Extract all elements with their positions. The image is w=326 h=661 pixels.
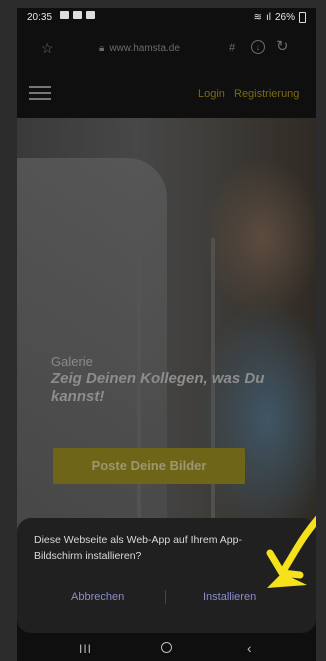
status-right: ≋ ıl 26% <box>254 12 306 23</box>
phone-frame: 20:35 ≋ ıl 26% ☆ 🔒︎ www.hamsta.de # ↓ ↻ <box>0 0 326 661</box>
menu-icon[interactable] <box>29 86 51 100</box>
notification-icons <box>60 11 95 19</box>
button-divider <box>165 590 166 604</box>
section-label: Galerie <box>51 354 93 369</box>
lock-icon: 🔒︎ <box>99 43 105 54</box>
download-icon[interactable]: ↓ <box>251 40 265 54</box>
bookmark-star-icon[interactable]: ☆ <box>41 40 54 57</box>
home-icon[interactable] <box>161 642 172 653</box>
install-button[interactable]: Installieren <box>203 591 256 603</box>
login-link[interactable]: Login <box>198 88 225 100</box>
address-bar[interactable]: 🔒︎ www.hamsta.de <box>99 43 180 54</box>
battery-percent: 26% <box>274 12 295 23</box>
signal-icon: ıl <box>265 12 271 23</box>
wifi-icon: ≋ <box>253 12 262 23</box>
install-message: Diese Webseite als Web-App auf Ihrem App… <box>34 534 242 562</box>
cancel-button[interactable]: Abbrechen <box>71 591 124 603</box>
reload-icon[interactable]: ↻ <box>276 37 289 55</box>
site-header: Login Registrierung <box>17 68 316 116</box>
register-link[interactable]: Registrierung <box>234 88 299 100</box>
cloud-icon <box>73 11 82 19</box>
post-images-button[interactable]: Poste Deine Bilder <box>53 448 245 484</box>
hero-headline: Zeig Deinen Kollegen, was Du kannst! <box>51 370 265 405</box>
system-nav-bar: III ‹ <box>17 638 316 661</box>
hash-icon[interactable]: # <box>229 42 235 54</box>
annotation-arrow-icon <box>266 515 316 588</box>
recent-apps-icon[interactable]: III <box>79 642 92 656</box>
gallery-icon <box>60 11 69 19</box>
status-bar: 20:35 ≋ ıl 26% <box>17 8 316 28</box>
browser-toolbar: ☆ 🔒︎ www.hamsta.de # ↓ ↻ <box>17 28 316 68</box>
status-time: 20:35 <box>27 12 53 23</box>
url-text: www.hamsta.de <box>109 43 180 54</box>
screen: 20:35 ≋ ıl 26% ☆ 🔒︎ www.hamsta.de # ↓ ↻ <box>17 8 316 661</box>
battery-icon <box>299 12 306 23</box>
back-icon[interactable]: ‹ <box>247 640 252 656</box>
lock-icon <box>86 11 95 19</box>
